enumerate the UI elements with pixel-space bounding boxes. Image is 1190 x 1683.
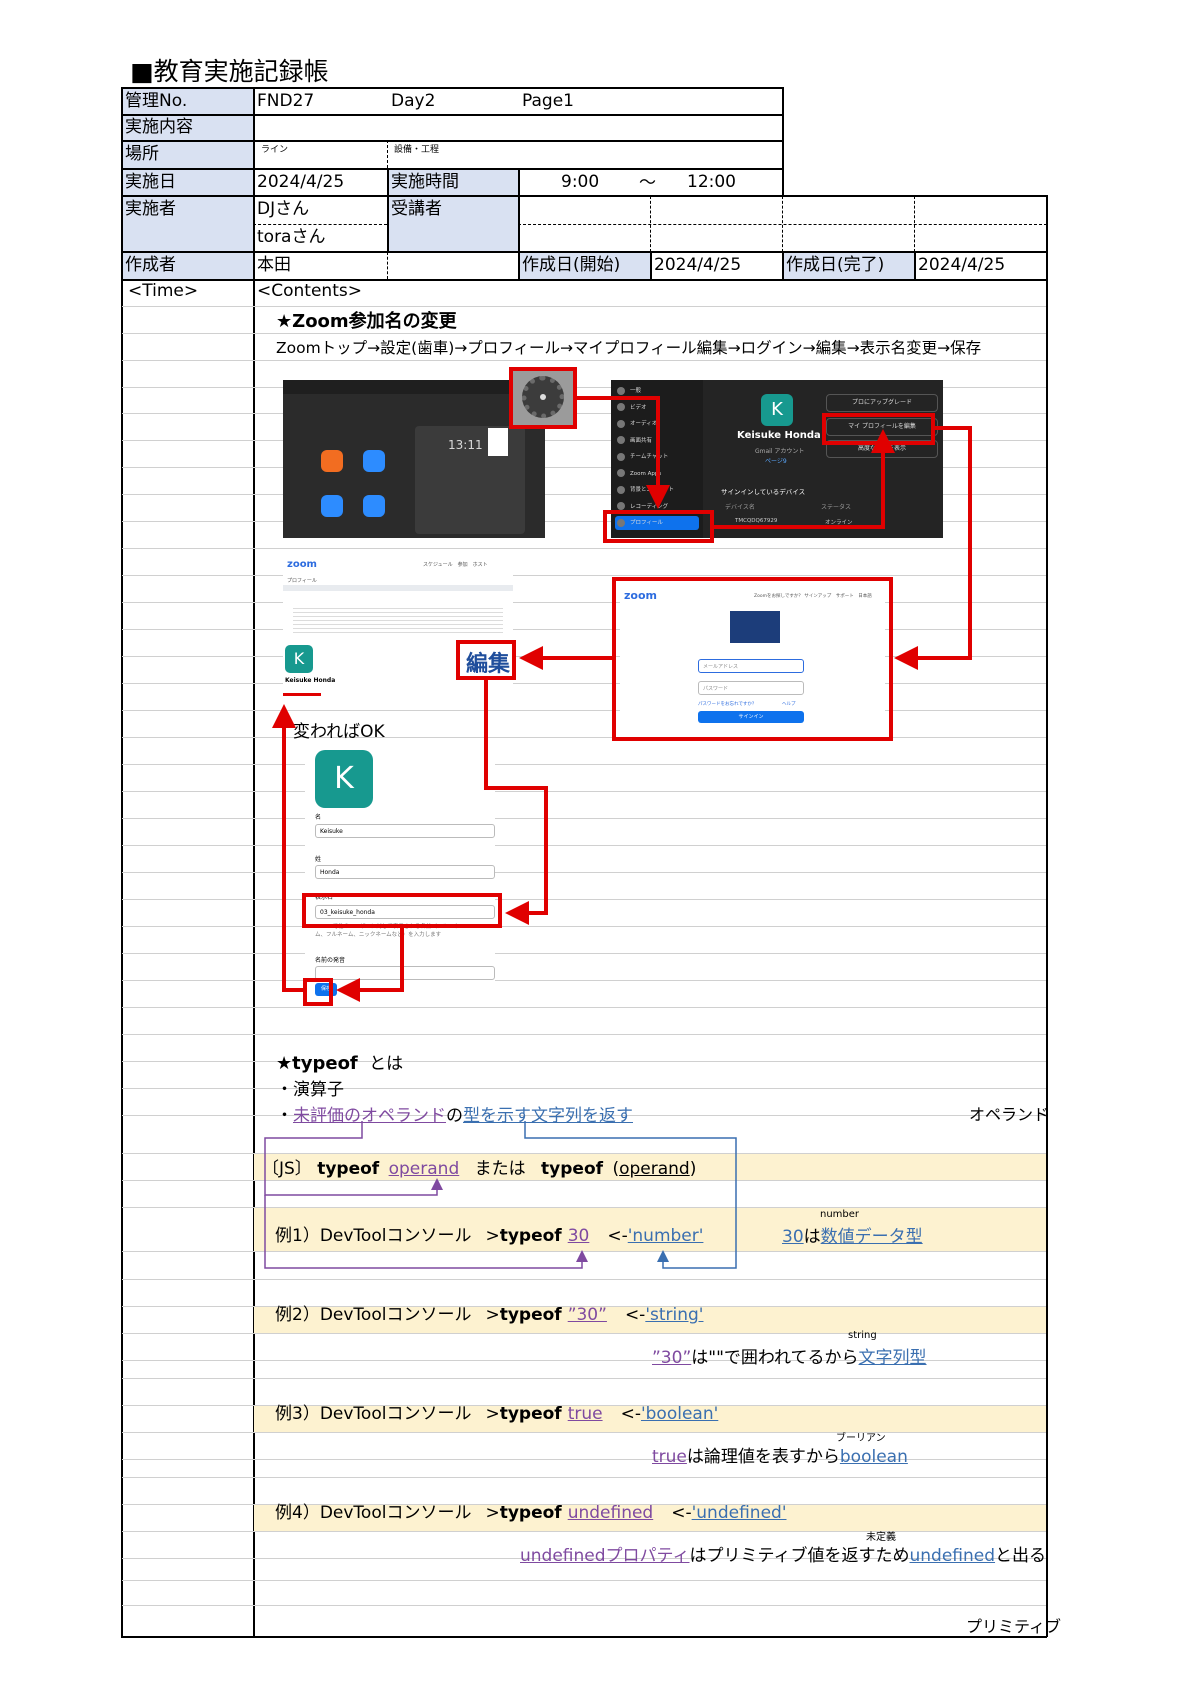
purple-connector-2 (264, 1195, 588, 1269)
blue-connector (524, 1121, 737, 1269)
purple-connector-1 (264, 1121, 443, 1196)
connector-lines (264, 1121, 737, 1269)
